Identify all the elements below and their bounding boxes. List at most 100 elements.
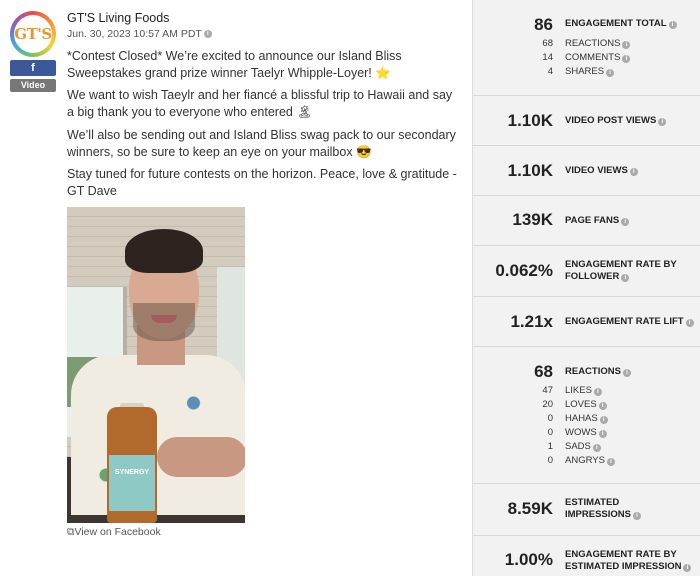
metric-label: VIDEO VIEWS i [565, 165, 699, 177]
metric-value: 1.10K [507, 111, 553, 130]
sub-label: COMMENTS i [565, 52, 631, 63]
metric-label-text: PAGE FANS [565, 215, 620, 226]
sub-value: 68 [542, 38, 553, 49]
sub-label: SADS i [565, 441, 601, 452]
info-icon[interactable]: i [203, 30, 212, 39]
sub-label-text: LOVES [565, 399, 597, 410]
metric-sub-row: 4 SHARES i [473, 66, 700, 79]
metric-estimated-impressions: 8.59K ESTIMATED IMPRESSIONS i [473, 484, 700, 536]
brand-logo: GT'S [10, 11, 56, 57]
post-paragraph: We want to wish Taeylr and her fiancé a … [67, 88, 453, 119]
metric-sub-row: 20 LOVES i [473, 399, 700, 412]
info-icon[interactable]: i [622, 55, 631, 63]
metric-sub-row: 0 HAHAS i [473, 413, 700, 426]
author-name[interactable]: GT'S Living Foods [67, 11, 169, 25]
info-icon[interactable]: i [668, 21, 677, 29]
sub-label-text: SADS [565, 441, 591, 452]
metric-label: ENGAGEMENT RATE BY FOLLOWER i [565, 259, 680, 283]
metric-label: PAGE FANS i [565, 215, 699, 227]
info-icon[interactable]: i [629, 168, 638, 176]
view-on-facebook-text: View on Facebook [74, 526, 161, 538]
info-icon[interactable]: i [683, 564, 692, 572]
metric-label-text: ENGAGEMENT RATE LIFT [565, 316, 684, 327]
info-icon[interactable]: i [621, 274, 630, 282]
metric-sub-row: 14 COMMENTS i [473, 52, 700, 65]
metric-sub-row: 0 ANGRYS i [473, 455, 700, 468]
metric-label-text: ENGAGEMENT RATE BY ESTIMATED IMPRESSION [565, 549, 682, 572]
info-icon[interactable]: i [621, 218, 630, 226]
metric-video-views: 1.10K VIDEO VIEWS i [473, 146, 700, 196]
sub-label: HAHAS i [565, 413, 608, 424]
metric-sub-row: 47 LIKES i [473, 385, 700, 398]
metric-engagement-rate-impression: 1.00% ENGAGEMENT RATE BY ESTIMATED IMPRE… [473, 536, 700, 576]
facebook-icon: f [10, 60, 56, 76]
sub-label-text: LIKES [565, 385, 592, 396]
metric-reactions: 68 REACTIONS i 47 LIKES i 20 LOVES i 0 HAHAS i … [473, 347, 700, 484]
sub-label: ANGRYS i [565, 455, 615, 466]
sub-value: 20 [542, 399, 553, 410]
metric-value: 1.21x [510, 312, 553, 331]
sub-value: 47 [542, 385, 553, 396]
info-icon[interactable]: i [606, 458, 615, 466]
sub-label: LOVES i [565, 399, 607, 410]
metric-engagement-rate-follower: 0.062% ENGAGEMENT RATE BY FOLLOWER i [473, 246, 700, 297]
bottle-label-text: SYNERGY [114, 469, 150, 476]
info-icon[interactable]: i [685, 319, 694, 327]
metric-label-text: ESTIMATED IMPRESSIONS [565, 497, 631, 520]
metric-value: 1.10K [507, 161, 553, 180]
metric-label: VIDEO POST VIEWS i [565, 115, 699, 127]
bottle-label [109, 455, 155, 511]
metric-value: 0.062% [495, 261, 553, 280]
metric-video-post-views: 1.10K VIDEO POST VIEWS i [473, 96, 700, 146]
person-mouth [151, 315, 177, 323]
sub-value: 0 [547, 455, 553, 466]
post-video-thumbnail[interactable]: SYNERGY [67, 207, 245, 523]
floral-shirt [71, 355, 245, 515]
info-icon[interactable]: i [606, 69, 615, 77]
metric-label-text: VIDEO POST VIEWS [565, 115, 657, 126]
metric-value: 68 [534, 362, 553, 381]
sub-label-text: HAHAS [565, 413, 598, 424]
info-icon[interactable]: i [622, 41, 631, 49]
metric-label: ENGAGEMENT RATE BY ESTIMATED IMPRESSION i [565, 549, 699, 573]
metric-sub-row: 68 REACTIONS i [473, 38, 700, 51]
metric-label: REACTIONS i [565, 366, 699, 378]
metric-engagement-rate-lift: 1.21x ENGAGEMENT RATE LIFT i [473, 297, 700, 347]
info-icon[interactable]: i [658, 118, 667, 126]
metric-label-text: REACTIONS [565, 366, 621, 377]
info-icon[interactable]: i [598, 402, 607, 410]
info-icon[interactable]: i [633, 512, 641, 520]
sub-value: 14 [542, 52, 553, 63]
info-icon[interactable]: i [598, 430, 607, 438]
post-date: Jun. 30, 2023 10:57 AM PDT i [67, 28, 212, 40]
info-icon[interactable]: i [622, 369, 631, 377]
metric-label-text: ENGAGEMENT TOTAL [565, 18, 667, 29]
info-icon[interactable]: i [593, 388, 602, 396]
brand-logo-text: GT'S [14, 15, 52, 53]
sub-label-text: REACTIONS [565, 38, 621, 49]
metric-label: ENGAGEMENT RATE LIFT i [565, 316, 699, 328]
sub-label: REACTIONS i [565, 38, 631, 49]
metric-value: 8.59K [507, 499, 553, 518]
post-card: GT'S f Video GT'S Living Foods Jun. 30, … [0, 0, 472, 576]
metrics-panel: 86 ENGAGEMENT TOTAL i 68 REACTIONS i 14 COMM… [472, 0, 700, 576]
post-type-badge: Video [10, 79, 56, 92]
view-on-facebook-link[interactable]: ⧉View on Facebook [67, 526, 161, 539]
info-icon[interactable]: i [599, 416, 608, 424]
metric-value: 139K [512, 210, 553, 229]
post-paragraph: We’ll also be sending out and Island Bli… [67, 128, 456, 159]
metric-value: 86 [534, 15, 553, 34]
sub-label-text: ANGRYS [565, 455, 605, 466]
sub-label-text: SHARES [565, 66, 605, 77]
metric-page-fans: 139K PAGE FANS i [473, 196, 700, 246]
person-arm [157, 437, 245, 477]
sub-value: 0 [547, 427, 553, 438]
info-icon[interactable]: i [592, 444, 601, 452]
metric-label: ESTIMATED IMPRESSIONS i [565, 497, 665, 521]
metric-sub-row: 1 SADS i [473, 441, 700, 454]
sub-value: 4 [547, 66, 553, 77]
sub-value: 0 [547, 413, 553, 424]
post-paragraph: *Contest Closed* We’re excited to announ… [67, 49, 402, 80]
post-paragraph: Stay tuned for future contests on the ho… [67, 167, 457, 198]
metric-label: ENGAGEMENT TOTAL i [565, 18, 699, 30]
